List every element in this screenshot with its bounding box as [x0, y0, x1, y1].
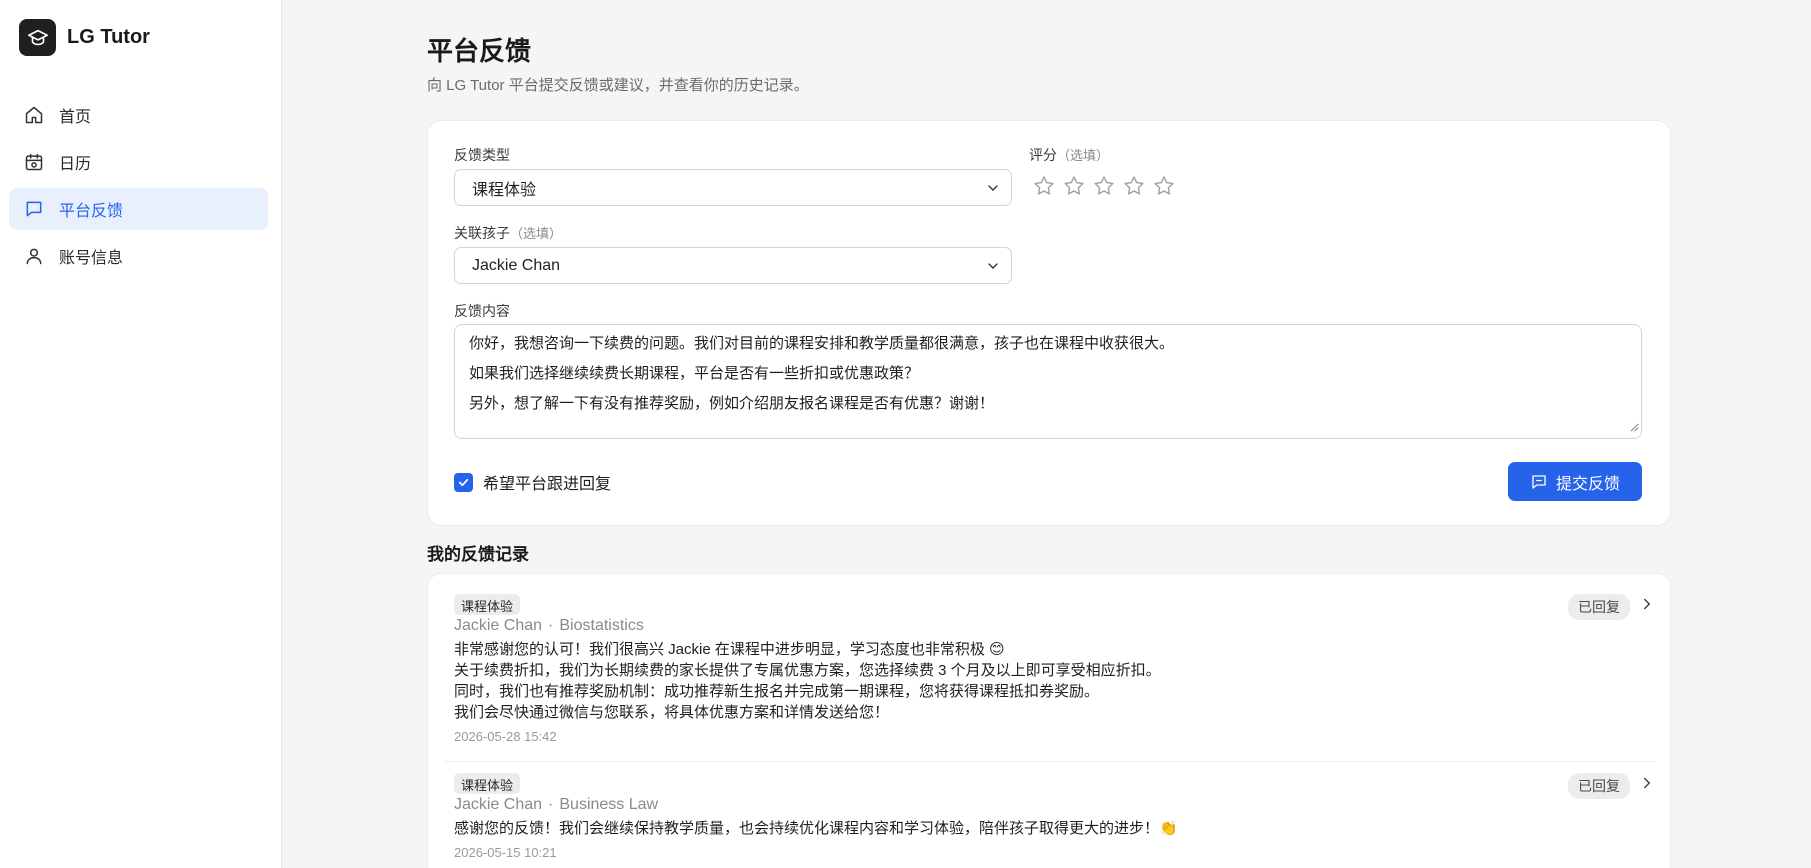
record-course: Biostatistics	[559, 617, 644, 634]
feedback-record[interactable]: 课程体验 Jackie Chan · Business Law 感谢您的反馈！我们会…	[454, 773, 1648, 860]
star-icon[interactable]	[1119, 173, 1149, 199]
record-timestamp: 2026-05-15 10:21	[454, 845, 557, 860]
sidebar-item-label: 日历	[59, 156, 92, 173]
chevron-down-icon	[985, 258, 1001, 279]
content-label-text: 反馈内容	[454, 303, 510, 319]
record-reply-line: 关于续费折扣，我们为长期续费的家长提供了专属优惠方案，您选择续费 3 个月及以上…	[454, 662, 1161, 679]
star-icon[interactable]	[1089, 173, 1119, 199]
message-icon	[23, 198, 45, 220]
content-label: 反馈内容	[454, 301, 510, 321]
textarea-line: 另外，想了解一下有没有推荐奖励，例如介绍朋友报名课程是否有优惠？谢谢！	[469, 395, 995, 412]
child-label: 关联孩子（选填）	[454, 223, 562, 243]
record-course: Business Law	[559, 796, 659, 813]
record-meta: Jackie Chan · Business Law	[454, 796, 1648, 818]
record-separator: ·	[548, 617, 554, 634]
sidebar-item-home[interactable]: 首页	[9, 94, 268, 136]
record-divider	[444, 761, 1656, 762]
chevron-right-icon[interactable]	[1638, 595, 1656, 618]
message-icon	[1530, 473, 1548, 491]
record-timestamp: 2026-05-28 15:42	[454, 729, 557, 744]
child-value: Jackie Chan	[472, 256, 561, 274]
record-meta: Jackie Chan · Biostatistics	[454, 617, 1648, 639]
follow-up-checkbox[interactable]	[454, 472, 473, 492]
star-icon[interactable]	[1029, 173, 1059, 199]
record-child: Jackie Chan	[454, 796, 543, 813]
graduation-cap-icon	[19, 19, 56, 56]
sidebar-item-label: 账号信息	[59, 250, 124, 267]
resize-handle-icon[interactable]	[1630, 419, 1639, 436]
textarea-line: 如果我们选择继续续费长期课程，平台是否有一些折扣或优惠政策？	[469, 365, 920, 382]
feedback-type-label: 反馈类型	[454, 145, 510, 165]
user-icon	[23, 245, 45, 267]
feedback-content-textarea[interactable]: 你好，我想咨询一下续费的问题。我们对目前的课程安排和教学质量都很满意，孩子也在课…	[454, 324, 1642, 439]
record-type-tag: 课程体验	[454, 594, 521, 615]
follow-up-row[interactable]: 希望平台跟进回复	[454, 470, 611, 494]
chevron-right-icon[interactable]	[1638, 774, 1656, 797]
home-icon	[23, 104, 45, 126]
record-separator: ·	[548, 796, 554, 813]
submit-feedback-label: 提交反馈	[1555, 475, 1620, 493]
record-reply-line: 同时，我们也有推荐奖励机制：成功推荐新生报名并完成第一期课程，您将获得课程抵扣券…	[454, 683, 1100, 700]
records-title: 我的反馈记录	[427, 545, 529, 564]
brand-name: LG Tutor	[67, 26, 150, 48]
status-badge: 已回复	[1568, 594, 1630, 620]
chevron-down-icon	[985, 180, 1001, 201]
record-reply-line: 感谢您的反馈！我们会继续保持教学质量，也会持续优化课程内容和学习体验，陪伴孩子取…	[454, 820, 1178, 837]
submit-feedback-button[interactable]: 提交反馈	[1508, 462, 1642, 501]
sidebar-item-feedback[interactable]: 平台反馈	[9, 188, 268, 230]
follow-up-label: 希望平台跟进回复	[483, 476, 612, 493]
star-icon[interactable]	[1059, 173, 1089, 199]
rating-stars	[1029, 173, 1179, 199]
sidebar-item-calendar[interactable]: 日历	[9, 141, 268, 183]
feedback-type-select[interactable]: 课程体验	[454, 169, 1012, 206]
star-icon[interactable]	[1149, 173, 1179, 199]
sidebar: LG Tutor 首页 日历 平台反馈 账号信息	[0, 0, 282, 868]
feedback-records-list: 课程体验 Jackie Chan · Biostatistics 非常感谢您的认可！…	[427, 573, 1671, 868]
child-select[interactable]: Jackie Chan	[454, 247, 1012, 284]
status-badge: 已回复	[1568, 773, 1630, 799]
page-subtitle: 向 LG Tutor 平台提交反馈或建议，并查看你的历史记录。	[427, 77, 809, 94]
sidebar-item-label: 首页	[59, 109, 92, 126]
feedback-type-label-text: 反馈类型	[454, 147, 510, 163]
record-child: Jackie Chan	[454, 617, 543, 634]
feedback-type-value: 课程体验	[472, 181, 537, 199]
sidebar-item-label: 平台反馈	[59, 203, 124, 220]
rating-optional-hint: （选填）	[1057, 148, 1110, 163]
child-optional-hint: （选填）	[510, 226, 563, 241]
record-reply-line: 非常感谢您的认可！我们很高兴 Jackie 在课程中进步明显，学习态度也非常积极…	[454, 641, 1005, 658]
rating-label: 评分（选填）	[1029, 145, 1109, 165]
feedback-record[interactable]: 课程体验 Jackie Chan · Biostatistics 非常感谢您的认可！…	[454, 594, 1648, 744]
page-title: 平台反馈	[427, 36, 532, 66]
feedback-form-card: 反馈类型 课程体验 评分（选填） 关联孩子（选填） Jackie Chan 反馈…	[427, 120, 1671, 526]
child-label-text: 关联孩子	[454, 225, 510, 241]
sidebar-item-account[interactable]: 账号信息	[9, 235, 268, 277]
calendar-icon	[23, 151, 45, 173]
textarea-line: 你好，我想咨询一下续费的问题。我们对目前的课程安排和教学质量都很满意，孩子也在课…	[469, 335, 1175, 352]
record-type-tag: 课程体验	[454, 773, 521, 794]
brand[interactable]: LG Tutor	[19, 19, 150, 56]
rating-label-text: 评分	[1029, 147, 1057, 163]
sidebar-nav: 首页 日历 平台反馈 账号信息	[9, 94, 268, 282]
record-reply-line: 我们会尽快通过微信与您联系，将具体优惠方案和详情发送给您！	[454, 704, 890, 721]
